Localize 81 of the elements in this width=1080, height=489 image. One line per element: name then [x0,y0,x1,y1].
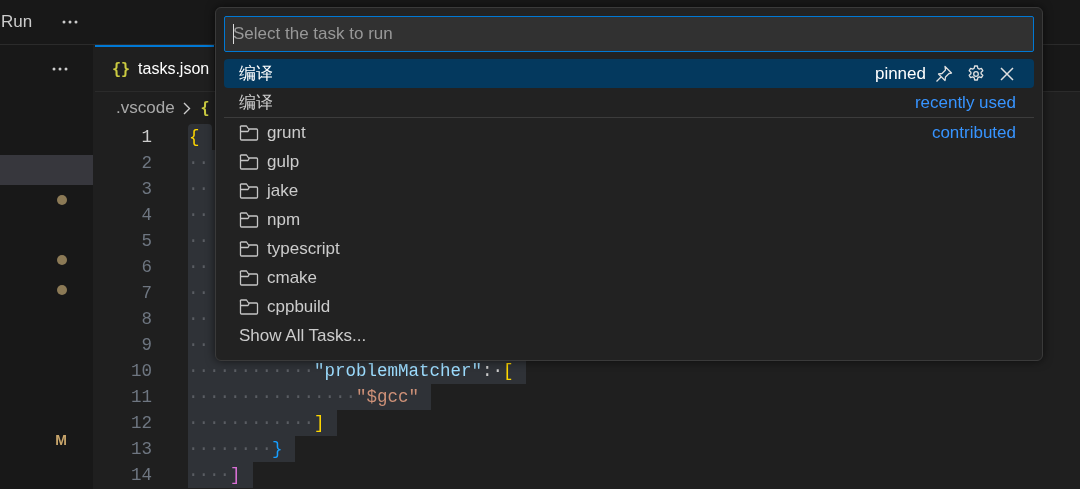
breadcrumb-item[interactable]: .vscode [116,98,175,118]
line-number: 2 [140,153,152,173]
pin-icon[interactable] [934,63,954,84]
chevron-right-icon [182,101,191,115]
line-number: 12 [130,413,152,433]
folder-icon [239,269,259,286]
folder-icon [239,124,259,141]
line-number: 9 [140,335,152,355]
task-item[interactable]: grunt contributed [224,118,1034,147]
whitespace-dots: ············ [188,413,315,433]
whitespace-dots: ·· [188,283,209,303]
task-label: gulp [267,151,300,172]
line-number: 7 [140,283,152,303]
task-item[interactable]: jake [224,176,1034,205]
whitespace-dots: ·· [188,179,209,199]
code-token: [ [503,361,514,381]
folder-icon [239,298,259,315]
folder-icon [239,153,259,170]
task-detail: recently used [914,92,1016,113]
task-label: 编译 [239,92,273,114]
code-token: ] [230,465,241,485]
modified-dot [57,195,67,205]
view-title: Run [1,12,33,32]
folder-icon [239,240,259,257]
close-icon[interactable] [998,64,1016,83]
folder-icon [239,182,259,199]
line-number: 1 [140,127,152,147]
whitespace-dots: ·· [188,257,209,277]
code-token: :· [482,361,504,381]
whitespace-dots: ············ [188,361,315,381]
whitespace-dots: ·· [188,205,209,225]
line-number: 3 [140,179,152,199]
line-number: 10 [130,361,152,381]
whitespace-dots: ·· [188,309,209,329]
whitespace-dots: ········ [188,439,272,459]
modified-dot [57,285,67,295]
task-label: 编译 [239,63,273,85]
task-item[interactable]: typescript [224,234,1034,263]
more-icon[interactable] [52,67,68,71]
line-number: 14 [130,465,152,485]
code-token: ] [314,413,325,433]
settings-icon[interactable] [966,63,986,84]
whitespace-dots: ·· [188,153,209,173]
line-number: 5 [140,231,152,251]
line-number: 13 [130,439,152,459]
task-label: cppbuild [267,296,331,317]
breadcrumb-icon[interactable]: { [200,99,210,117]
whitespace-dots: ·· [188,335,209,355]
editor-tab[interactable]: {} tasks.json [95,45,214,91]
code-token: "$gcc" [356,387,420,407]
task-label: jake [267,180,299,201]
modified-dot [57,255,67,265]
task-detail: pinned [874,63,926,84]
task-item[interactable]: cppbuild [224,292,1034,321]
code-token: { [189,127,200,147]
task-label: typescript [267,238,340,259]
whitespace-dots: ·· [188,231,209,251]
line-number: 6 [140,257,152,277]
task-item[interactable]: gulp [224,147,1034,176]
task-label: grunt [267,122,306,143]
task-label: cmake [267,267,318,288]
more-icon[interactable] [62,20,79,24]
text-cursor [233,24,234,44]
line-number: 11 [130,387,152,407]
whitespace-dots: ················ [188,387,357,407]
line-number: 4 [140,205,152,225]
task-item[interactable]: 编译 recently used [224,88,1034,118]
git-status: M [55,432,67,448]
task-search-field[interactable]: Select the task to run [224,16,1034,52]
task-label: Show All Tasks... [239,325,367,346]
task-item[interactable]: Show All Tasks... [224,321,1034,350]
task-label: npm [267,209,301,230]
code-token: } [272,439,283,459]
whitespace-dots: ···· [188,465,230,485]
folder-icon [239,211,259,228]
task-item[interactable]: npm [224,205,1034,234]
line-number: 8 [140,309,152,329]
task-detail: contributed [931,122,1016,143]
code-token: "problemMatcher" [314,361,483,381]
task-item[interactable]: 编译 pinned [224,59,1034,88]
task-item[interactable]: cmake [224,263,1034,292]
